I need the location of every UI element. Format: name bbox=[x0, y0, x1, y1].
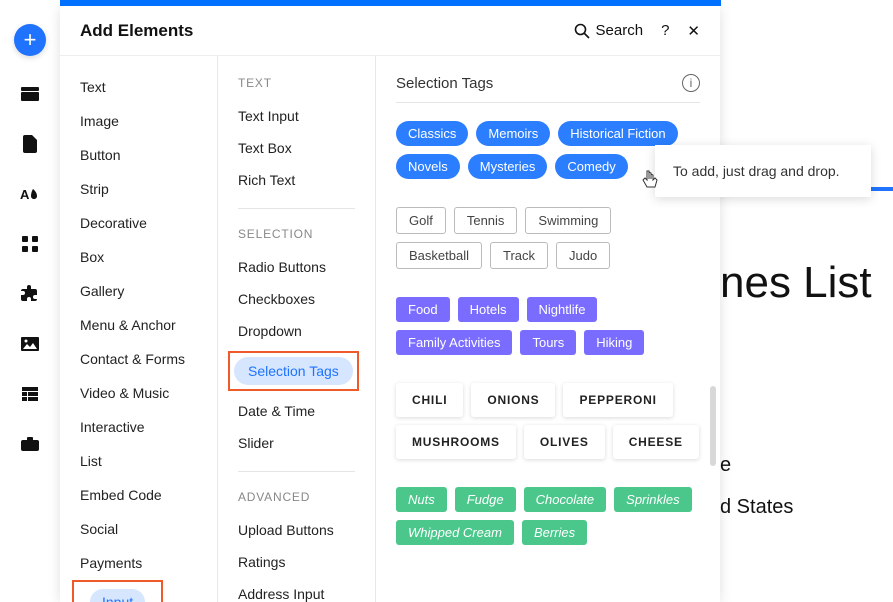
preview-scrollbar[interactable] bbox=[710, 386, 716, 466]
table-icon[interactable] bbox=[18, 382, 42, 406]
info-icon[interactable]: i bbox=[682, 74, 700, 92]
tag-memoirs[interactable]: Memoirs bbox=[476, 121, 550, 146]
subgroup-advanced: ADVANCED bbox=[218, 484, 375, 514]
tag-nightlife[interactable]: Nightlife bbox=[527, 297, 598, 322]
file-icon[interactable] bbox=[18, 132, 42, 156]
tag-pepperoni[interactable]: PEPPERONI bbox=[563, 383, 672, 417]
puzzle-icon[interactable] bbox=[18, 282, 42, 306]
sub-upload-buttons[interactable]: Upload Buttons bbox=[218, 514, 375, 546]
cat-menu-anchor[interactable]: Menu & Anchor bbox=[60, 308, 217, 342]
media-icon[interactable] bbox=[18, 332, 42, 356]
tag-chocolate[interactable]: Chocolate bbox=[524, 487, 607, 512]
tag-chili[interactable]: CHILI bbox=[396, 383, 463, 417]
tag-classics[interactable]: Classics bbox=[396, 121, 468, 146]
category-column: Text Image Button Strip Decorative Box G… bbox=[60, 56, 218, 602]
tag-onions[interactable]: ONIONS bbox=[471, 383, 555, 417]
left-toolbar: + A bbox=[0, 0, 60, 602]
sub-selection-tags[interactable]: Selection Tags bbox=[228, 351, 359, 391]
background-page: nes List e d States bbox=[720, 0, 893, 602]
tag-whipped-cream[interactable]: Whipped Cream bbox=[396, 520, 514, 545]
apps-icon[interactable] bbox=[18, 232, 42, 256]
tag-mysteries[interactable]: Mysteries bbox=[468, 154, 548, 179]
tag-group-green[interactable]: Nuts Fudge Chocolate Sprinkles Whipped C… bbox=[396, 487, 700, 545]
cat-image[interactable]: Image bbox=[60, 104, 217, 138]
tag-track[interactable]: Track bbox=[490, 242, 548, 269]
close-button[interactable]: ✕ bbox=[687, 22, 700, 40]
subgroup-text: TEXT bbox=[218, 70, 375, 100]
preview-title: Selection Tags bbox=[396, 75, 493, 92]
sub-column: TEXT Text Input Text Box Rich Text SELEC… bbox=[218, 56, 376, 602]
cat-contact-forms[interactable]: Contact & Forms bbox=[60, 342, 217, 376]
add-button[interactable]: + bbox=[14, 24, 46, 56]
sub-ratings[interactable]: Ratings bbox=[218, 546, 375, 578]
search-label: Search bbox=[596, 22, 644, 39]
cat-box[interactable]: Box bbox=[60, 240, 217, 274]
help-button[interactable]: ? bbox=[661, 22, 669, 39]
tag-tennis[interactable]: Tennis bbox=[454, 207, 518, 234]
theme-icon[interactable]: A bbox=[18, 182, 42, 206]
bg-line2: d States bbox=[720, 496, 793, 519]
tag-sprinkles[interactable]: Sprinkles bbox=[614, 487, 691, 512]
tag-berries[interactable]: Berries bbox=[522, 520, 587, 545]
drag-cursor-icon bbox=[641, 170, 659, 190]
sub-text-box[interactable]: Text Box bbox=[218, 132, 375, 164]
sub-date-time[interactable]: Date & Time bbox=[218, 395, 375, 427]
tag-judo[interactable]: Judo bbox=[556, 242, 610, 269]
sub-checkboxes[interactable]: Checkboxes bbox=[218, 283, 375, 315]
top-accent-bar bbox=[60, 0, 721, 6]
search-icon bbox=[574, 23, 590, 39]
cat-gallery[interactable]: Gallery bbox=[60, 274, 217, 308]
cat-input[interactable]: Input bbox=[72, 580, 163, 602]
tag-novels[interactable]: Novels bbox=[396, 154, 460, 179]
tag-historical-fiction[interactable]: Historical Fiction bbox=[558, 121, 677, 146]
tag-swimming[interactable]: Swimming bbox=[525, 207, 611, 234]
drag-tooltip: To add, just drag and drop. bbox=[655, 145, 871, 197]
sub-slider[interactable]: Slider bbox=[218, 427, 375, 459]
sub-radio-buttons[interactable]: Radio Buttons bbox=[218, 251, 375, 283]
tag-nuts[interactable]: Nuts bbox=[396, 487, 447, 512]
tag-hotels[interactable]: Hotels bbox=[458, 297, 519, 322]
tag-hiking[interactable]: Hiking bbox=[584, 330, 644, 355]
tag-basketball[interactable]: Basketball bbox=[396, 242, 482, 269]
tag-tours[interactable]: Tours bbox=[520, 330, 576, 355]
cat-decorative[interactable]: Decorative bbox=[60, 206, 217, 240]
cat-embed-code[interactable]: Embed Code bbox=[60, 478, 217, 512]
sub-dropdown[interactable]: Dropdown bbox=[218, 315, 375, 347]
cat-list[interactable]: List bbox=[60, 444, 217, 478]
cat-button[interactable]: Button bbox=[60, 138, 217, 172]
cat-text[interactable]: Text bbox=[60, 70, 217, 104]
search-button[interactable]: Search bbox=[574, 22, 644, 39]
tag-group-card[interactable]: CHILI ONIONS PEPPERONI MUSHROOMS OLIVES … bbox=[396, 383, 700, 459]
cat-payments[interactable]: Payments bbox=[60, 546, 217, 580]
sub-rich-text[interactable]: Rich Text bbox=[218, 164, 375, 196]
cat-interactive[interactable]: Interactive bbox=[60, 410, 217, 444]
cat-video-music[interactable]: Video & Music bbox=[60, 376, 217, 410]
tag-mushrooms[interactable]: MUSHROOMS bbox=[396, 425, 516, 459]
panel-title: Add Elements bbox=[80, 21, 556, 41]
panel-header: Add Elements Search ? ✕ bbox=[60, 6, 720, 56]
bg-line1: e bbox=[720, 454, 731, 477]
add-elements-panel: Add Elements Search ? ✕ Text Image Butto… bbox=[60, 6, 720, 602]
pages-icon[interactable] bbox=[18, 82, 42, 106]
tag-olives[interactable]: OLIVES bbox=[524, 425, 605, 459]
tag-fudge[interactable]: Fudge bbox=[455, 487, 516, 512]
tag-cheese[interactable]: CHEESE bbox=[613, 425, 699, 459]
sub-text-input[interactable]: Text Input bbox=[218, 100, 375, 132]
bg-title: nes List bbox=[720, 258, 872, 308]
preview-column: Selection Tags i Classics Memoirs Histor… bbox=[376, 56, 720, 602]
tag-golf[interactable]: Golf bbox=[396, 207, 446, 234]
cat-social[interactable]: Social bbox=[60, 512, 217, 546]
cat-strip[interactable]: Strip bbox=[60, 172, 217, 206]
tag-group-outline[interactable]: Golf Tennis Swimming Basketball Track Ju… bbox=[396, 207, 700, 269]
briefcase-icon[interactable] bbox=[18, 432, 42, 456]
tag-group-purple[interactable]: Food Hotels Nightlife Family Activities … bbox=[396, 297, 700, 355]
tag-food[interactable]: Food bbox=[396, 297, 450, 322]
subgroup-selection: SELECTION bbox=[218, 221, 375, 251]
svg-text:A: A bbox=[20, 187, 30, 202]
tag-comedy[interactable]: Comedy bbox=[555, 154, 627, 179]
sub-address-input[interactable]: Address Input bbox=[218, 578, 375, 602]
tag-family-activities[interactable]: Family Activities bbox=[396, 330, 512, 355]
